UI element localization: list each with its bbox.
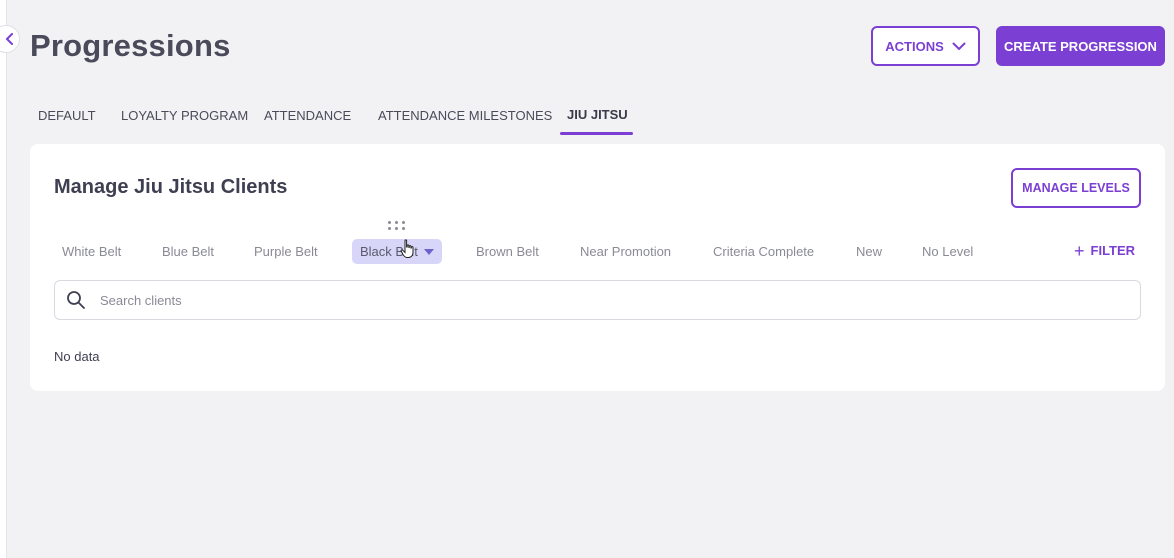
level-no-level[interactable]: No Level (922, 244, 973, 259)
tab-loyalty-program[interactable]: LOYALTY PROGRAM (121, 108, 248, 132)
manage-levels-label: MANAGE LEVELS (1022, 181, 1130, 195)
tab-attendance-milestones[interactable]: ATTENDANCE MILESTONES (378, 108, 552, 132)
level-black-belt[interactable]: Black Belt (352, 239, 442, 264)
filter-label: FILTER (1090, 243, 1136, 258)
caret-down-icon[interactable] (423, 248, 434, 255)
chevron-down-icon (952, 42, 966, 50)
page-title: Progressions (30, 28, 231, 63)
level-purple-belt[interactable]: Purple Belt (254, 244, 318, 259)
manage-levels-button[interactable]: MANAGE LEVELS (1011, 168, 1141, 208)
hand-cursor-icon (400, 239, 414, 258)
sidebar-collapse-button[interactable] (0, 25, 20, 53)
level-new[interactable]: New (856, 244, 882, 259)
empty-state-text: No data (54, 349, 100, 364)
create-progression-button[interactable]: CREATE PROGRESSION (996, 26, 1165, 66)
clients-card: Manage Jiu Jitsu Clients MANAGE LEVELS W… (30, 144, 1165, 391)
level-criteria-complete[interactable]: Criteria Complete (713, 244, 814, 259)
level-brown-belt[interactable]: Brown Belt (476, 244, 539, 259)
plus-icon: + (1074, 240, 1085, 261)
actions-button-label: ACTIONS (885, 38, 944, 54)
drag-handle-icon[interactable] (388, 221, 406, 231)
create-progression-label: CREATE PROGRESSION (1004, 38, 1157, 54)
tab-default[interactable]: DEFAULT (38, 108, 96, 132)
actions-button[interactable]: ACTIONS (871, 26, 980, 66)
level-blue-belt[interactable]: Blue Belt (162, 244, 214, 259)
level-white-belt[interactable]: White Belt (62, 244, 121, 259)
search-box[interactable] (54, 280, 1141, 320)
search-input[interactable] (98, 291, 1002, 309)
filter-button[interactable]: + FILTER (1074, 240, 1136, 261)
chevron-left-icon (5, 33, 13, 45)
card-title: Manage Jiu Jitsu Clients (54, 176, 288, 198)
tab-attendance[interactable]: ATTENDANCE (264, 108, 351, 132)
active-tab-indicator (560, 132, 633, 135)
level-near-promotion[interactable]: Near Promotion (580, 244, 671, 259)
tab-jiu-jitsu[interactable]: JIU JITSU (567, 107, 628, 131)
left-sidebar-edge (0, 0, 7, 558)
search-icon (67, 291, 85, 309)
